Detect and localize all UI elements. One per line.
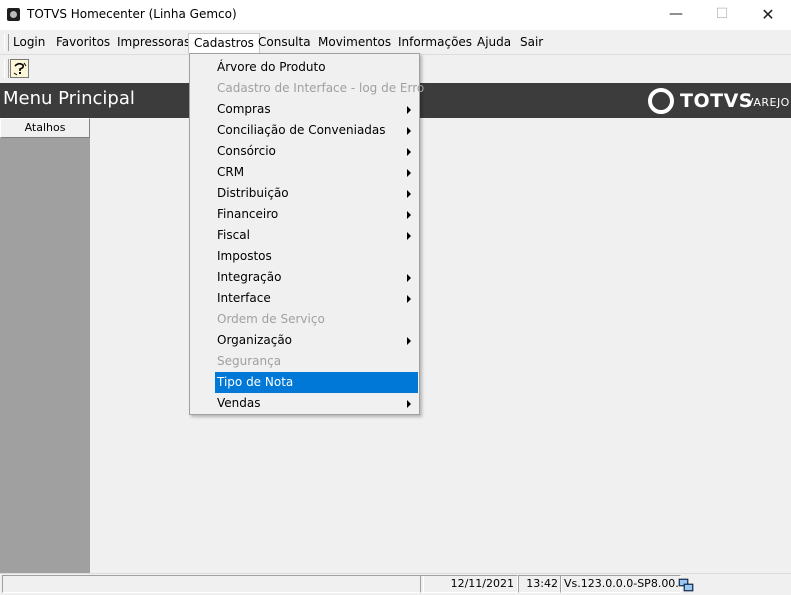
status-date: 12/11/2021 (420, 575, 518, 593)
menu-informacoes[interactable]: Informações (393, 33, 477, 52)
page-title: Menu Principal (3, 88, 135, 109)
menu-impostos[interactable]: Impostos (215, 246, 418, 267)
menu-bar: Login Favoritos Impressoras Cadastros Co… (0, 31, 791, 53)
close-button[interactable]: ✕ (745, 0, 791, 30)
menu-distribuicao[interactable]: Distribuição (215, 183, 418, 204)
menu-item-label: Integração (217, 270, 282, 284)
menu-cadastros[interactable]: Cadastros (188, 33, 260, 53)
menu-compras[interactable]: Compras (215, 99, 418, 120)
menu-item-label: Distribuição (217, 186, 289, 200)
menu-tipo-de-nota[interactable]: Tipo de Nota (215, 372, 418, 393)
logo-ring-icon (648, 88, 674, 114)
submenu-arrow-icon (407, 106, 411, 114)
submenu-arrow-icon (407, 400, 411, 408)
menu-item-label: Interface (217, 291, 271, 305)
menu-favoritos[interactable]: Favoritos (51, 33, 115, 52)
menu-arvore-do-produto[interactable]: Árvore do Produto (215, 57, 418, 78)
title-bar: TOTVS Homecenter (Linha Gemco) — ☐ ✕ (0, 0, 791, 30)
menu-item-label: Organização (217, 333, 293, 347)
menu-interface[interactable]: Interface (215, 288, 418, 309)
menu-ajuda[interactable]: Ajuda (472, 33, 516, 52)
menu-item-label: Conciliação de Conveniadas (217, 123, 386, 137)
menu-fiscal[interactable]: Fiscal (215, 225, 418, 246)
menu-organizacao[interactable]: Organização (215, 330, 418, 351)
tab-atalhos[interactable]: Atalhos (0, 118, 90, 138)
menu-item-label: Tipo de Nota (217, 375, 294, 389)
logo-subtext: VAREJO (746, 96, 790, 109)
menu-crm[interactable]: CRM (215, 162, 418, 183)
window-title: TOTVS Homecenter (Linha Gemco) (27, 7, 237, 21)
menu-vendas[interactable]: Vendas (215, 393, 418, 414)
submenu-arrow-icon (407, 232, 411, 240)
menu-cadastro-interface-log[interactable]: Cadastro de Interface - log de Erro (215, 78, 424, 99)
submenu-arrow-icon (407, 190, 411, 198)
menu-conciliacao[interactable]: Conciliação de Conveniadas (215, 120, 418, 141)
status-bar: 12/11/2021 13:42 Vs.123.0.0.0-SP8.00.7 (0, 573, 791, 594)
menu-consulta[interactable]: Consulta (253, 33, 316, 52)
menu-item-label: Compras (217, 102, 271, 116)
submenu-arrow-icon (407, 169, 411, 177)
menu-impressoras[interactable]: Impressoras (112, 33, 195, 52)
menu-item-label: Impostos (217, 249, 272, 263)
network-icon (678, 576, 694, 592)
status-version: Vs.123.0.0.0-SP8.00.7 (560, 575, 681, 593)
menu-item-label: Fiscal (217, 228, 250, 242)
cadastros-dropdown: Árvore do Produto Cadastro de Interface … (189, 53, 424, 415)
app-icon[interactable] (7, 8, 20, 21)
logo-text: TOTVS (680, 90, 753, 112)
submenu-arrow-icon (407, 274, 411, 282)
submenu-arrow-icon (407, 211, 411, 219)
maximize-button[interactable]: ☐ (699, 0, 745, 30)
menu-consorcio[interactable]: Consórcio (215, 141, 418, 162)
menu-integracao[interactable]: Integração (215, 267, 418, 288)
menu-item-label: Vendas (217, 396, 261, 410)
menu-item-label: Consórcio (217, 144, 276, 158)
status-message (2, 575, 424, 593)
menu-login[interactable]: Login (8, 33, 50, 52)
menu-seguranca[interactable]: Segurança (215, 351, 418, 372)
menu-ordem-de-servico[interactable]: Ordem de Serviço (215, 309, 418, 330)
submenu-arrow-icon (407, 295, 411, 303)
menu-movimentos[interactable]: Movimentos (313, 33, 396, 52)
menu-item-label: CRM (217, 165, 245, 179)
menu-item-label: Ordem de Serviço (217, 312, 325, 326)
menu-item-label: Árvore do Produto (217, 60, 326, 74)
menu-sair[interactable]: Sair (515, 33, 548, 52)
menu-item-label: Segurança (217, 354, 282, 368)
toolbar-grip[interactable] (4, 59, 9, 78)
submenu-arrow-icon (407, 127, 411, 135)
submenu-arrow-icon (407, 148, 411, 156)
submenu-arrow-icon (407, 337, 411, 345)
menu-item-label: Financeiro (217, 207, 279, 221)
shortcuts-panel: Atalhos (0, 118, 90, 573)
menu-financeiro[interactable]: Financeiro (215, 204, 418, 225)
help-icon[interactable] (10, 59, 29, 78)
minimize-button[interactable]: — (653, 0, 699, 30)
status-time: 13:42 (518, 575, 562, 593)
menu-item-label: Cadastro de Interface - log de Erro (217, 81, 425, 95)
